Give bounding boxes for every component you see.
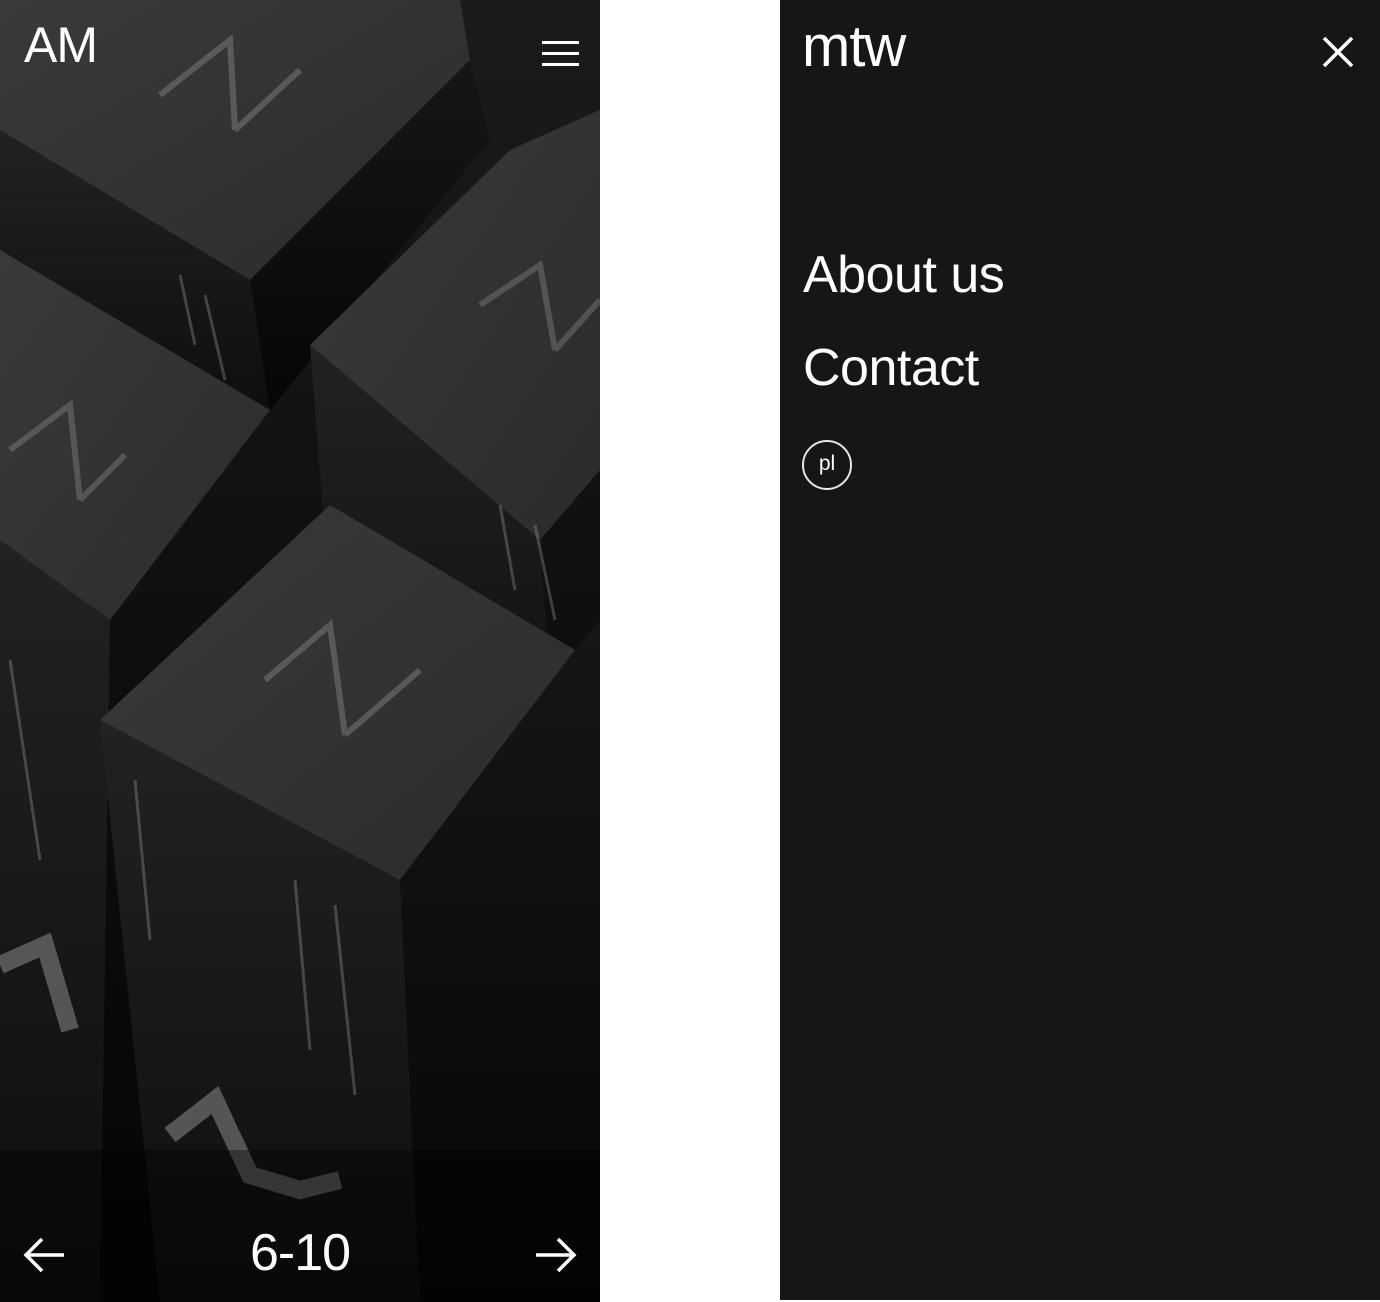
language-toggle-button[interactable]: pl [802,440,852,490]
nav-item-about-us[interactable]: About us [803,242,1005,308]
menu-overlay: mtw About us Contact pl [780,0,1380,1300]
menu-logo[interactable]: mtw [802,14,906,80]
nav-item-contact[interactable]: Contact [803,335,1004,401]
brand-logo[interactable]: AM [24,14,98,76]
arrow-left-icon[interactable] [20,1230,70,1280]
close-icon[interactable] [1318,32,1358,72]
arrow-right-icon[interactable] [530,1230,580,1280]
gallery-screen: AM 6-10 [0,0,600,1302]
main-nav: About us Contact [803,242,1005,428]
product-photo [0,0,600,1302]
hamburger-menu-icon[interactable] [534,32,588,76]
slide-counter: 6-10 [249,1224,351,1282]
